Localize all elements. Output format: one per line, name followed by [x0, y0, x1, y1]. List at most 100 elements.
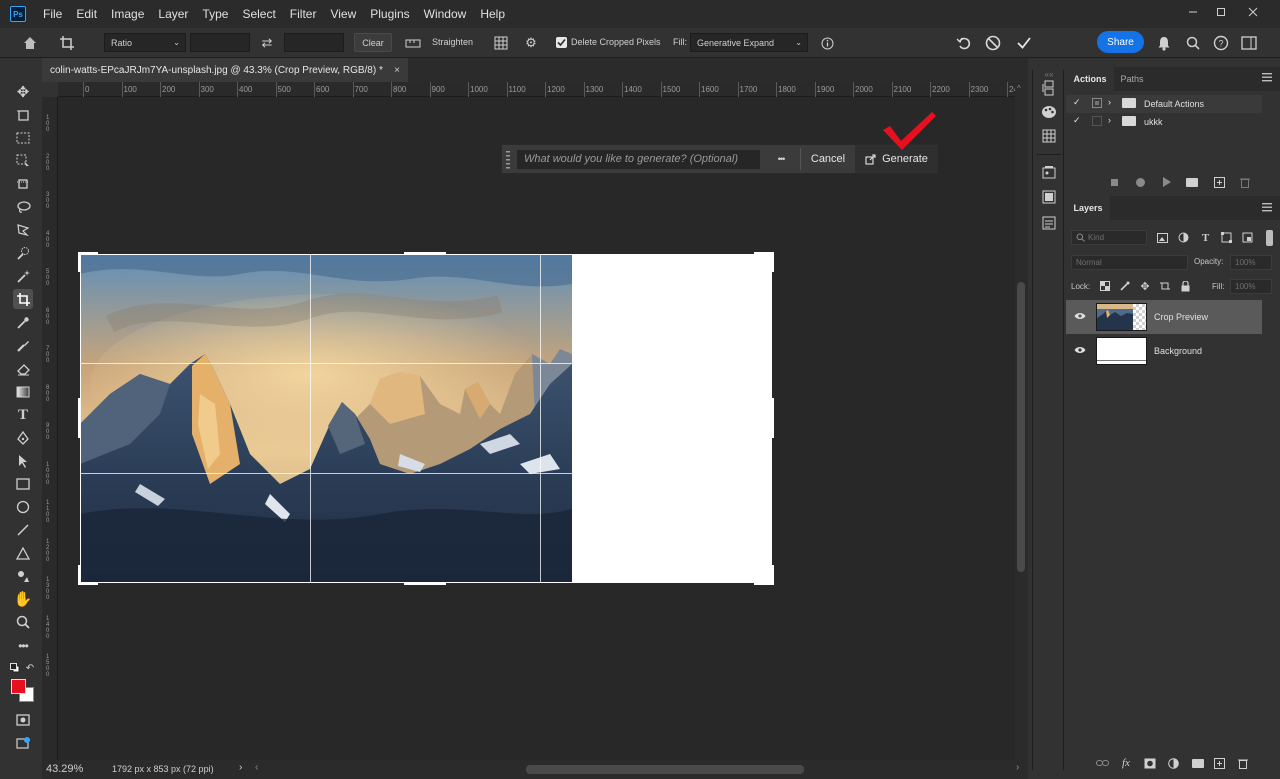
close-icon[interactable] — [1242, 4, 1264, 20]
horizontal-scroll-thumb[interactable] — [526, 765, 804, 774]
clear-button[interactable]: Clear — [354, 33, 392, 52]
lock-artboard-icon[interactable] — [1159, 280, 1171, 292]
pen-tool-icon[interactable] — [13, 428, 33, 448]
status-menu-chevron-icon[interactable]: › — [239, 762, 242, 773]
crop-handle-top-left[interactable] — [78, 252, 98, 255]
lock-transparent-pixels-icon[interactable] — [1099, 280, 1111, 292]
lock-position-icon[interactable]: ✥ — [1139, 280, 1151, 293]
tab-actions[interactable]: Actions — [1066, 67, 1114, 91]
opacity-input[interactable]: 100% — [1230, 255, 1272, 270]
eraser-tool-icon[interactable] — [13, 359, 33, 379]
adjustments-panel-icon[interactable] — [1039, 187, 1059, 207]
marquee-tool-icon[interactable] — [13, 128, 33, 148]
menu-type[interactable]: Type — [195, 7, 235, 21]
drag-handle-icon[interactable] — [505, 150, 511, 169]
scroll-up-icon[interactable]: ^ — [1017, 84, 1021, 93]
play-icon[interactable] — [1163, 177, 1171, 187]
crop-handle-bottom-right-v[interactable] — [771, 565, 774, 585]
gear-icon[interactable]: ⚙ — [522, 35, 540, 51]
visibility-eye-icon[interactable] — [1074, 312, 1086, 320]
default-colors-icon[interactable] — [8, 658, 22, 678]
overlay-grid-icon[interactable] — [492, 35, 510, 51]
new-action-icon[interactable] — [1214, 177, 1225, 188]
gradient-tool-icon[interactable] — [13, 382, 33, 402]
polygonal-lasso-tool-icon[interactable] — [13, 220, 33, 240]
foreground-color-swatch[interactable] — [11, 679, 26, 694]
menu-layer[interactable]: Layer — [151, 7, 195, 21]
lasso-tool-icon[interactable] — [13, 197, 33, 217]
link-layers-icon[interactable] — [1096, 759, 1109, 767]
crop-handle-bottom-left-v[interactable] — [78, 565, 81, 585]
healing-brush-tool-icon[interactable] — [13, 336, 33, 356]
new-set-folder-icon[interactable] — [1186, 178, 1198, 187]
shape-tool-icon[interactable] — [13, 566, 33, 586]
crop-width-input[interactable] — [190, 33, 250, 52]
record-icon[interactable] — [1136, 178, 1145, 187]
history-panel-icon[interactable] — [1039, 78, 1059, 98]
eyedropper-tool-icon[interactable] — [13, 313, 33, 333]
artboard-tool-icon[interactable] — [13, 105, 33, 125]
help-icon[interactable]: ? — [1211, 33, 1231, 53]
menu-help[interactable]: Help — [473, 7, 512, 21]
layer-style-fx-icon[interactable]: fx — [1122, 757, 1130, 769]
minimize-icon[interactable] — [1182, 4, 1204, 20]
screen-mode-icon[interactable] — [13, 733, 33, 753]
crop-handle-top-left-v[interactable] — [78, 252, 81, 272]
filter-shape-layers-icon[interactable] — [1220, 231, 1233, 244]
filter-adjustment-layers-icon[interactable] — [1177, 231, 1190, 244]
more-tools-icon[interactable]: ••• — [13, 636, 33, 656]
zoom-level[interactable]: 43.29% — [46, 763, 83, 775]
cancel-crop-icon[interactable] — [983, 33, 1003, 53]
quick-mask-icon[interactable] — [13, 710, 33, 730]
move-tool-icon[interactable]: ✥ — [13, 82, 33, 102]
action-dialog-toggle-icon[interactable] — [1092, 98, 1102, 108]
filter-type-layers-icon[interactable]: T — [1199, 231, 1212, 244]
crop-tool-preset-icon[interactable] — [56, 34, 78, 52]
rectangle-tool-icon[interactable] — [13, 474, 33, 494]
document-tab[interactable]: colin-watts-EPcaJRJm7YA-unsplash.jpg @ 4… — [42, 58, 408, 82]
search-icon[interactable] — [1183, 33, 1203, 53]
crop-handle-top-right-v[interactable] — [771, 252, 774, 272]
crop-tool-icon[interactable] — [13, 289, 33, 309]
color-palette-icon[interactable] — [1039, 102, 1059, 122]
info-icon[interactable] — [818, 35, 836, 51]
new-adjustment-layer-icon[interactable] — [1168, 758, 1179, 769]
swatches-panel-icon[interactable] — [1039, 126, 1059, 146]
tab-layers[interactable]: Layers — [1066, 196, 1110, 220]
commit-crop-icon[interactable] — [1014, 33, 1034, 53]
notifications-bell-icon[interactable] — [1154, 33, 1174, 53]
add-mask-icon[interactable] — [1144, 758, 1156, 769]
reset-crop-icon[interactable] — [954, 33, 974, 53]
new-layer-icon[interactable] — [1214, 758, 1225, 769]
delete-cropped-checkbox[interactable] — [556, 37, 567, 48]
straighten-icon[interactable] — [404, 35, 422, 51]
actions-panel-scrollbar[interactable] — [1266, 84, 1274, 184]
hand-tool-icon[interactable]: ✋ — [13, 589, 33, 609]
vertical-scroll-thumb[interactable] — [1017, 282, 1025, 572]
blend-mode-select[interactable]: Normal — [1071, 255, 1188, 270]
scroll-left-icon[interactable]: ‹ — [255, 762, 258, 773]
quick-selection-tool-icon[interactable] — [13, 243, 33, 263]
cancel-button[interactable]: Cancel — [802, 145, 854, 173]
properties-panel-icon[interactable] — [1039, 213, 1059, 233]
more-options-button[interactable]: ••• — [768, 145, 794, 173]
scroll-right-icon[interactable]: › — [1016, 762, 1019, 773]
menu-window[interactable]: Window — [417, 7, 474, 21]
swap-colors-icon[interactable]: ↶ — [24, 658, 36, 678]
crop-handle-left[interactable] — [78, 398, 81, 438]
trash-icon[interactable] — [1240, 177, 1250, 188]
panel-menu-icon[interactable] — [1262, 73, 1272, 82]
fill-select[interactable]: Generative Expand ⌄ — [690, 33, 808, 52]
crop-height-input[interactable] — [284, 33, 344, 52]
path-selection-tool-icon[interactable] — [13, 451, 33, 471]
filter-kind-select[interactable]: Kind — [1071, 230, 1147, 245]
filter-pixel-layers-icon[interactable] — [1156, 231, 1169, 244]
line-tool-icon[interactable] — [13, 520, 33, 540]
action-set-row[interactable]: ✓ › ukkk — [1066, 113, 1262, 131]
menu-file[interactable]: File — [36, 7, 69, 21]
panel-menu-icon[interactable] — [1262, 203, 1272, 212]
share-button[interactable]: Share — [1097, 31, 1144, 53]
swap-dimensions-icon[interactable]: ⇄ — [258, 35, 276, 51]
menu-select[interactable]: Select — [235, 7, 282, 21]
type-tool-icon[interactable]: T — [13, 405, 33, 425]
